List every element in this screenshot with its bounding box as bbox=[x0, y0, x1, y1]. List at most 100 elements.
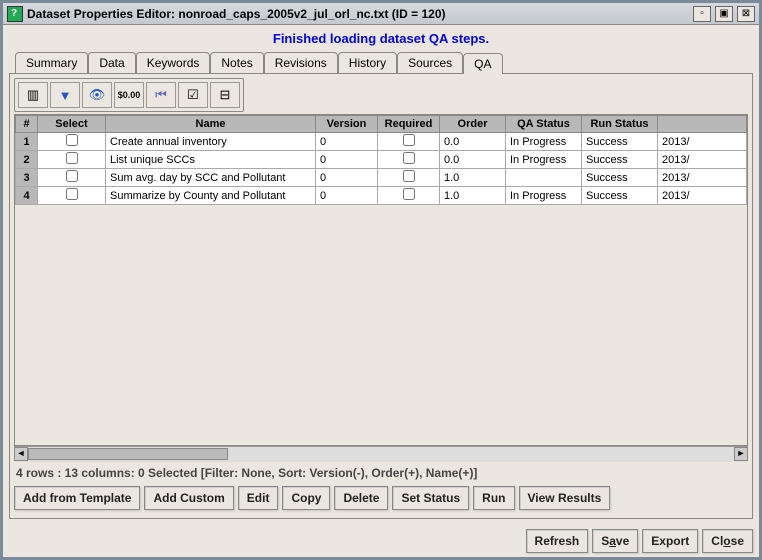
qa-table: # Select Name Version Required Order QA … bbox=[15, 115, 747, 205]
app-icon bbox=[7, 6, 23, 22]
maximize-icon[interactable]: ▣ bbox=[715, 6, 733, 22]
col-name[interactable]: Name bbox=[106, 116, 316, 133]
select-cell[interactable] bbox=[38, 169, 106, 187]
col-run-status[interactable]: Run Status bbox=[582, 116, 658, 133]
qa-toolbar: ▥ ▼ 👁 $0.00 ⏮ ☑ ⊟ bbox=[14, 78, 244, 112]
col-required[interactable]: Required bbox=[378, 116, 440, 133]
tab-qa[interactable]: QA bbox=[463, 53, 502, 74]
order-cell: 1.0 bbox=[440, 169, 506, 187]
tabs-bar: Summary Data Keywords Notes Revisions Hi… bbox=[15, 52, 753, 73]
checklist-icon[interactable]: ☑ bbox=[178, 82, 208, 108]
row-number: 1 bbox=[16, 133, 38, 151]
qa-actions-row: Add from Template Add Custom Edit Copy D… bbox=[14, 482, 748, 514]
split-icon[interactable]: ⊟ bbox=[210, 82, 240, 108]
select-checkbox[interactable] bbox=[66, 170, 78, 182]
extra-cell: 2013/ bbox=[658, 169, 747, 187]
qa-panel: ▥ ▼ 👁 $0.00 ⏮ ☑ ⊟ # Select Name Version bbox=[9, 73, 753, 519]
run-status-cell: Success bbox=[582, 133, 658, 151]
tab-revisions[interactable]: Revisions bbox=[264, 52, 338, 73]
run-status-cell: Success bbox=[582, 169, 658, 187]
filter-icon[interactable]: ▼ bbox=[50, 82, 80, 108]
col-qa-status[interactable]: QA Status bbox=[506, 116, 582, 133]
columns-icon[interactable]: ▥ bbox=[18, 82, 48, 108]
refresh-button[interactable]: Refresh bbox=[526, 529, 589, 553]
first-icon[interactable]: ⏮ bbox=[146, 82, 176, 108]
required-cell[interactable] bbox=[378, 133, 440, 151]
version-cell: 0 bbox=[316, 133, 378, 151]
delete-button[interactable]: Delete bbox=[334, 486, 388, 510]
eye-icon[interactable]: 👁 bbox=[82, 82, 112, 108]
qa-table-container: # Select Name Version Required Order QA … bbox=[14, 114, 748, 446]
select-checkbox[interactable] bbox=[66, 188, 78, 200]
qa-status-cell: In Progress bbox=[506, 133, 582, 151]
add-custom-button[interactable]: Add Custom bbox=[144, 486, 233, 510]
tab-keywords[interactable]: Keywords bbox=[136, 52, 211, 73]
select-checkbox[interactable] bbox=[66, 152, 78, 164]
qa-status-cell: In Progress bbox=[506, 151, 582, 169]
close-window-icon[interactable]: ⊠ bbox=[737, 6, 755, 22]
select-cell[interactable] bbox=[38, 151, 106, 169]
tab-notes[interactable]: Notes bbox=[210, 52, 263, 73]
qa-status-cell: In Progress bbox=[506, 187, 582, 205]
tab-history[interactable]: History bbox=[338, 52, 397, 73]
dataset-properties-editor-window: Dataset Properties Editor: nonroad_caps_… bbox=[0, 0, 762, 560]
required-cell[interactable] bbox=[378, 169, 440, 187]
money-format-icon[interactable]: $0.00 bbox=[114, 82, 144, 108]
col-extra[interactable] bbox=[658, 116, 747, 133]
run-button[interactable]: Run bbox=[473, 486, 514, 510]
scroll-right-icon[interactable]: ► bbox=[734, 447, 748, 461]
required-checkbox[interactable] bbox=[403, 170, 415, 182]
table-row[interactable]: 4 Summarize by County and Pollutant0 1.0In… bbox=[16, 187, 747, 205]
order-cell: 1.0 bbox=[440, 187, 506, 205]
name-cell: List unique SCCs bbox=[106, 151, 316, 169]
tab-data[interactable]: Data bbox=[88, 52, 135, 73]
close-button[interactable]: Close bbox=[702, 529, 753, 553]
required-checkbox[interactable] bbox=[403, 188, 415, 200]
run-status-cell: Success bbox=[582, 151, 658, 169]
version-cell: 0 bbox=[316, 169, 378, 187]
edit-button[interactable]: Edit bbox=[238, 486, 279, 510]
name-cell: Summarize by County and Pollutant bbox=[106, 187, 316, 205]
col-select[interactable]: Select bbox=[38, 116, 106, 133]
table-row[interactable]: 3Sum avg. day by SCC and Pollutant01.0Su… bbox=[16, 169, 747, 187]
tab-sources[interactable]: Sources bbox=[397, 52, 463, 73]
name-cell: Create annual inventory bbox=[106, 133, 316, 151]
select-checkbox[interactable] bbox=[66, 134, 78, 146]
extra-cell: 2013/ bbox=[658, 187, 747, 205]
required-cell[interactable] bbox=[378, 187, 440, 205]
set-status-button[interactable]: Set Status bbox=[392, 486, 469, 510]
horizontal-scrollbar[interactable]: ◄ ► bbox=[14, 446, 748, 462]
required-checkbox[interactable] bbox=[403, 152, 415, 164]
extra-cell: 2013/ bbox=[658, 151, 747, 169]
select-cell[interactable] bbox=[38, 187, 106, 205]
minimize-icon[interactable]: ▫ bbox=[693, 6, 711, 22]
table-row[interactable]: 2 List unique SCCs0 0.0In ProgressSuccess2… bbox=[16, 151, 747, 169]
required-checkbox[interactable] bbox=[403, 134, 415, 146]
col-order[interactable]: Order bbox=[440, 116, 506, 133]
row-number: 4 bbox=[16, 187, 38, 205]
table-row[interactable]: 1Create annual inventory00.0In ProgressS… bbox=[16, 133, 747, 151]
add-from-template-button[interactable]: Add from Template bbox=[14, 486, 140, 510]
scroll-thumb[interactable] bbox=[28, 448, 228, 460]
version-cell: 0 bbox=[316, 151, 378, 169]
bottom-button-row: Refresh Save Export Close bbox=[3, 523, 759, 557]
name-cell: Sum avg. day by SCC and Pollutant bbox=[106, 169, 316, 187]
order-cell: 0.0 bbox=[440, 151, 506, 169]
export-button[interactable]: Export bbox=[642, 529, 698, 553]
col-version[interactable]: Version bbox=[316, 116, 378, 133]
required-cell[interactable] bbox=[378, 151, 440, 169]
run-status-cell: Success bbox=[582, 187, 658, 205]
copy-button[interactable]: Copy bbox=[282, 486, 330, 510]
view-results-button[interactable]: View Results bbox=[519, 486, 611, 510]
version-cell: 0 bbox=[316, 187, 378, 205]
scroll-left-icon[interactable]: ◄ bbox=[14, 447, 28, 461]
extra-cell: 2013/ bbox=[658, 133, 747, 151]
status-message: Finished loading dataset QA steps. bbox=[3, 25, 759, 52]
select-cell[interactable] bbox=[38, 133, 106, 151]
save-button[interactable]: Save bbox=[592, 529, 638, 553]
col-rownum[interactable]: # bbox=[16, 116, 38, 133]
titlebar: Dataset Properties Editor: nonroad_caps_… bbox=[3, 3, 759, 25]
row-number: 2 bbox=[16, 151, 38, 169]
qa-status-cell bbox=[506, 169, 582, 187]
tab-summary[interactable]: Summary bbox=[15, 52, 88, 73]
